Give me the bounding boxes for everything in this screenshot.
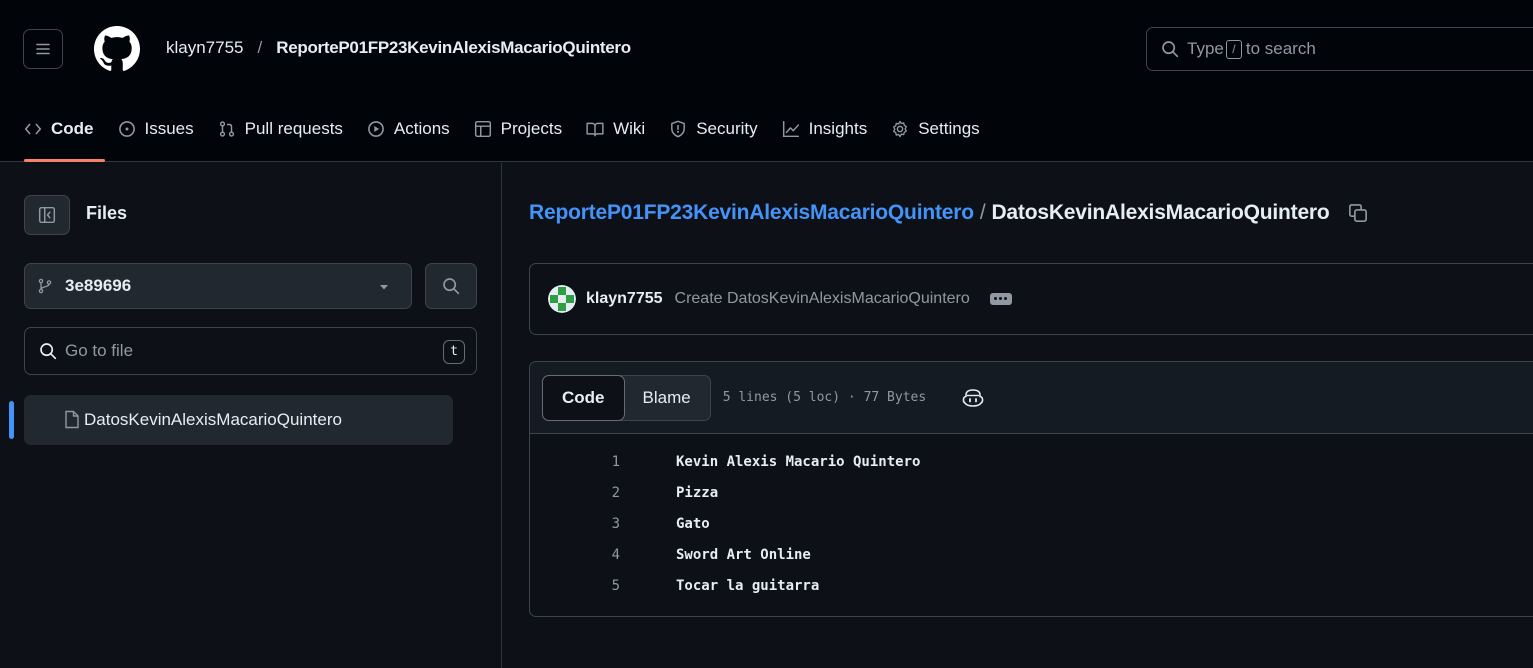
global-search-input[interactable]: Type / to search <box>1146 27 1533 71</box>
tab-label: Security <box>696 119 758 138</box>
avatar[interactable] <box>548 285 576 313</box>
selected-file-indicator <box>9 401 14 439</box>
code-line: 1 Kevin Alexis Macario Quintero <box>530 454 1533 485</box>
file-path-breadcrumb: ReporteP01FP23KevinAlexisMacarioQuintero… <box>529 201 1368 225</box>
tab-label: Projects <box>500 119 563 138</box>
issue-icon <box>118 121 135 137</box>
path-separator: / <box>979 201 986 224</box>
tab-wiki[interactable]: Wiki <box>574 96 657 162</box>
go-to-file-shortcut-key: t <box>443 340 465 364</box>
tab-insights[interactable]: Insights <box>770 96 880 162</box>
code-icon <box>24 123 42 135</box>
play-icon <box>368 121 384 137</box>
github-logo-icon[interactable] <box>94 26 140 72</box>
table-icon <box>474 120 491 138</box>
code-line: 4 Sword Art Online <box>530 547 1533 578</box>
files-heading: Files <box>86 203 128 223</box>
git-branch-icon <box>38 278 52 294</box>
tab-label: Actions <box>393 119 450 138</box>
tab-label: Code <box>51 119 94 138</box>
go-to-file-input[interactable]: Go to file t <box>24 327 477 375</box>
search-icon <box>40 343 57 360</box>
repo-header: klayn7755 / ReporteP01FP23KevinAlexisMac… <box>0 0 1533 162</box>
file-tree-item-label: DatosKevinAlexisMacarioQuintero <box>84 410 342 429</box>
blame-view-button[interactable]: Blame <box>624 376 710 420</box>
code-lines: 1 Kevin Alexis Macario Quintero 2 Pizza 3 G… <box>530 434 1533 609</box>
line-number[interactable]: 1 <box>530 454 620 485</box>
tab-settings[interactable]: Settings <box>879 96 991 162</box>
search-shortcut-key: / <box>1225 39 1242 59</box>
ellipsis-icon[interactable] <box>989 293 1012 305</box>
tab-label: Wiki <box>613 119 646 138</box>
file-tree-item[interactable]: DatosKevinAlexisMacarioQuintero <box>24 395 453 445</box>
view-toggle: Code Blame <box>542 374 711 421</box>
search-suffix: to search <box>1245 39 1316 58</box>
book-icon <box>586 122 604 137</box>
graph-icon <box>782 120 799 138</box>
copy-icon[interactable] <box>1348 203 1368 223</box>
repo-root-link[interactable]: ReporteP01FP23KevinAlexisMacarioQuintero <box>529 201 974 225</box>
search-files-button[interactable] <box>425 263 477 309</box>
copilot-icon[interactable] <box>962 388 984 408</box>
line-number[interactable]: 5 <box>530 578 620 609</box>
repo-nav-tabs: Code Issues Pull requests Actions Projec… <box>0 96 992 162</box>
caret-down-icon <box>380 285 388 290</box>
top-bar: klayn7755 / ReporteP01FP23KevinAlexisMac… <box>0 0 1533 96</box>
search-prefix: Type <box>1187 39 1224 58</box>
line-text: Sword Art Online <box>676 547 811 563</box>
hamburger-icon <box>36 43 50 55</box>
breadcrumb-separator: / <box>257 38 263 57</box>
latest-commit-box: klayn7755 Create DatosKevinAlexisMacario… <box>529 263 1533 335</box>
gear-icon <box>893 120 908 138</box>
tab-label: Settings <box>918 119 980 138</box>
file-view: ReporteP01FP23KevinAlexisMacarioQuintero… <box>503 163 1533 668</box>
branch-name: 3e89696 <box>65 276 132 295</box>
menu-button[interactable] <box>23 29 63 69</box>
tab-label: Issues <box>144 119 194 138</box>
tab-issues[interactable]: Issues <box>106 96 206 162</box>
line-number[interactable]: 4 <box>530 547 620 578</box>
repo-link[interactable]: ReporteP01FP23KevinAlexisMacarioQuintero <box>276 38 631 58</box>
line-number[interactable]: 2 <box>530 485 620 516</box>
tab-label: Insights <box>808 119 868 138</box>
code-line: 2 Pizza <box>530 485 1533 516</box>
tab-actions[interactable]: Actions <box>355 96 462 162</box>
line-text: Pizza <box>676 485 719 501</box>
shield-icon <box>671 120 686 138</box>
tab-security[interactable]: Security <box>657 96 769 162</box>
line-text: Tocar la guitarra <box>676 578 820 594</box>
file-icon <box>65 410 79 429</box>
file-tree-sidebar: Files 3e89696 Go to file t DatosKevinAle… <box>0 163 502 668</box>
go-to-file-placeholder: Go to file <box>65 341 134 360</box>
code-line: 5 Tocar la guitarra <box>530 578 1533 609</box>
tab-projects[interactable]: Projects <box>462 96 574 162</box>
search-icon <box>1162 41 1179 58</box>
tab-pull-requests[interactable]: Pull requests <box>206 96 355 162</box>
tab-code[interactable]: Code <box>0 96 106 162</box>
current-file-name: DatosKevinAlexisMacarioQuintero <box>991 201 1330 224</box>
line-text: Kevin Alexis Macario Quintero <box>676 454 921 470</box>
line-number[interactable]: 3 <box>530 516 620 547</box>
file-meta: 5 lines (5 loc) · 77 Bytes <box>722 390 927 405</box>
commit-message[interactable]: Create DatosKevinAlexisMacarioQuintero <box>675 290 970 308</box>
code-line: 3 Gato <box>530 516 1533 547</box>
line-text: Gato <box>676 516 710 532</box>
branch-selector[interactable]: 3e89696 <box>24 263 412 309</box>
tab-label: Pull requests <box>244 119 343 138</box>
repo-breadcrumb: klayn7755 / ReporteP01FP23KevinAlexisMac… <box>166 38 631 58</box>
code-view-button[interactable]: Code <box>542 374 625 421</box>
code-viewer-header: Code Blame 5 lines (5 loc) · 77 Bytes <box>530 362 1533 434</box>
search-icon <box>443 278 460 295</box>
pull-request-icon <box>219 121 234 137</box>
sidebar-collapse-icon <box>38 206 56 224</box>
commit-author[interactable]: klayn7755 <box>586 290 663 308</box>
collapse-sidebar-button[interactable] <box>24 195 70 235</box>
owner-link[interactable]: klayn7755 <box>166 38 244 58</box>
code-viewer: Code Blame 5 lines (5 loc) · 77 Bytes 1 K… <box>529 361 1533 617</box>
